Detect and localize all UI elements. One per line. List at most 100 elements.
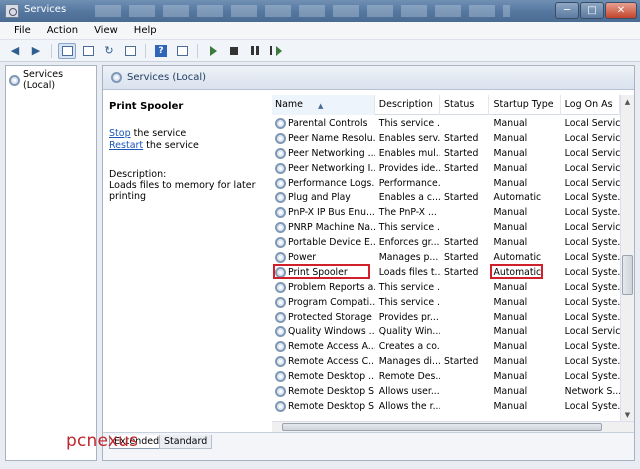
service-log-on-as: Local Syste... [564, 341, 620, 353]
services-pane: Services (Local) Print Spooler Stop the … [102, 65, 635, 461]
service-gear-icon [275, 237, 286, 249]
service-gear-icon [275, 132, 286, 144]
service-name: Remote Access C... [288, 356, 375, 368]
service-gear-icon [275, 296, 286, 308]
service-description: Allows the r... [378, 400, 441, 412]
service-name-cell: Peer Networking ... [272, 147, 375, 159]
toolbar-separator [197, 43, 198, 58]
service-status: Started [444, 162, 479, 174]
service-log-on-as: Local Syste... [564, 296, 620, 308]
table-row[interactable]: Remote Desktop S... Allows the r... Manual… [272, 399, 620, 414]
pause-icon[interactable] [246, 43, 264, 59]
service-log-on-as: Local Syste... [564, 207, 620, 219]
table-row[interactable]: Remote Access C... Manages di... Started Ma… [272, 354, 620, 369]
description-text: Loads files to memory for later printing [109, 180, 256, 202]
close-button[interactable]: ✕ [605, 2, 637, 19]
table-row[interactable]: Remote Access A... Creates a co... Manual L… [272, 339, 620, 354]
service-gear-icon [275, 162, 286, 174]
service-name-cell: Quality Windows ... [272, 326, 375, 338]
column-header-log-on-as[interactable]: Log On As [561, 95, 620, 115]
column-header-status[interactable]: Status [440, 95, 490, 115]
restart-icon[interactable] [267, 43, 285, 59]
column-header-description[interactable]: Description [375, 95, 441, 115]
service-gear-icon [275, 147, 286, 159]
service-status: Started [444, 132, 479, 144]
service-name-cell: Power [272, 251, 375, 263]
service-name: Peer Name Resolu... [288, 132, 375, 144]
service-startup-type: Automatic [493, 251, 542, 263]
horizontal-scroll-thumb[interactable] [282, 423, 602, 431]
table-row[interactable]: Power Manages p... Started Automatic Local S… [272, 250, 620, 265]
forward-icon[interactable]: ▶ [27, 43, 45, 59]
service-startup-type: Manual [493, 147, 528, 159]
service-log-on-as: Local Service [564, 147, 620, 159]
tree-item-services-local[interactable]: Services (Local) [9, 69, 96, 91]
horizontal-scrollbar[interactable] [272, 421, 634, 432]
menu-view[interactable]: View [86, 25, 126, 36]
service-name: Remote Desktop ... [288, 371, 375, 383]
selected-service-name: Print Spooler [109, 101, 184, 112]
help-icon[interactable]: ? [152, 43, 170, 59]
service-name: Program Compati... [288, 296, 375, 308]
table-row[interactable]: Problem Reports a... This service ... Manu… [272, 280, 620, 295]
vertical-scrollbar[interactable]: ▲ ▼ [620, 95, 634, 421]
maximize-button[interactable]: □ [580, 2, 604, 19]
menu-file[interactable]: File [6, 25, 39, 36]
service-name: Performance Logs... [288, 177, 375, 189]
column-header-startup-type[interactable]: Startup Type [489, 95, 561, 115]
service-gear-icon [275, 207, 286, 219]
scroll-up-icon[interactable]: ▲ [621, 95, 634, 108]
menu-action[interactable]: Action [39, 25, 86, 36]
back-icon[interactable]: ◀ [6, 43, 24, 59]
service-name-cell: Peer Name Resolu... [272, 132, 375, 144]
table-row[interactable]: Program Compati... This service ... Manual… [272, 295, 620, 310]
start-icon[interactable] [204, 43, 222, 59]
service-log-on-as: Local Syste... [564, 400, 620, 412]
service-name-cell: Remote Access A... [272, 341, 375, 353]
stop-service-link[interactable]: Stop [109, 128, 131, 139]
menu-help[interactable]: Help [126, 25, 165, 36]
service-startup-type: Manual [493, 117, 528, 129]
export-icon[interactable] [121, 43, 139, 59]
table-row[interactable]: Peer Networking ... Enables mul... Started… [272, 146, 620, 161]
service-gear-icon [275, 117, 286, 129]
table-row[interactable]: Portable Device E... Enforces gr... Starte… [272, 235, 620, 250]
service-startup-type: Manual [493, 162, 528, 174]
show-tree-icon[interactable] [58, 42, 76, 59]
table-row[interactable]: PNRP Machine Na... This service ... Manual… [272, 220, 620, 235]
table-row[interactable]: Protected Storage Provides pr... Manual Loc… [272, 310, 620, 325]
print-spooler-startup-highlight [490, 264, 543, 279]
service-status: Started [444, 251, 479, 263]
service-name-cell: Portable Device E... [272, 237, 375, 249]
table-row[interactable]: Peer Name Resolu... Enables serv... Starte… [272, 131, 620, 146]
tab-standard[interactable]: Standard [159, 435, 213, 449]
table-row[interactable]: Peer Networking I... Provides ide... Start… [272, 161, 620, 176]
service-log-on-as: Local Syste... [564, 281, 620, 293]
service-description: Provides pr... [378, 311, 439, 323]
table-row[interactable]: Plug and Play Enables a c... Started Automa… [272, 190, 620, 205]
service-description: This service ... [378, 117, 441, 129]
table-row[interactable]: PnP-X IP Bus Enu... The PnP-X ... Manual Lo… [272, 205, 620, 220]
scroll-down-icon[interactable]: ▼ [621, 408, 634, 421]
table-row[interactable]: Remote Desktop ... Remote Des... Manual Loc… [272, 369, 620, 384]
service-log-on-as: Local Syste... [564, 311, 620, 323]
scroll-thumb[interactable] [622, 255, 633, 295]
service-gear-icon [275, 356, 286, 368]
refresh-icon[interactable]: ↻ [100, 43, 118, 59]
service-name: Protected Storage [288, 311, 372, 323]
table-row[interactable]: Performance Logs... Performance... Manual L… [272, 176, 620, 191]
view-icon[interactable] [173, 43, 191, 59]
watermark: pcnexus [66, 431, 139, 451]
restart-service-link[interactable]: Restart [109, 140, 143, 151]
properties-icon[interactable] [79, 43, 97, 59]
stop-icon[interactable] [225, 43, 243, 59]
column-header-name[interactable]: Name ▲ [272, 95, 375, 115]
service-name-cell: PnP-X IP Bus Enu... [272, 207, 375, 219]
service-status: Started [444, 192, 479, 204]
services-icon [111, 72, 122, 83]
table-row[interactable]: Parental Controls This service ... Manual L… [272, 116, 620, 131]
table-row[interactable]: Quality Windows ... Quality Win... Manual L… [272, 324, 620, 339]
minimize-button[interactable]: ─ [555, 2, 579, 19]
table-row[interactable]: Remote Desktop S... Allows user... Manual N… [272, 384, 620, 399]
service-gear-icon [275, 251, 286, 263]
